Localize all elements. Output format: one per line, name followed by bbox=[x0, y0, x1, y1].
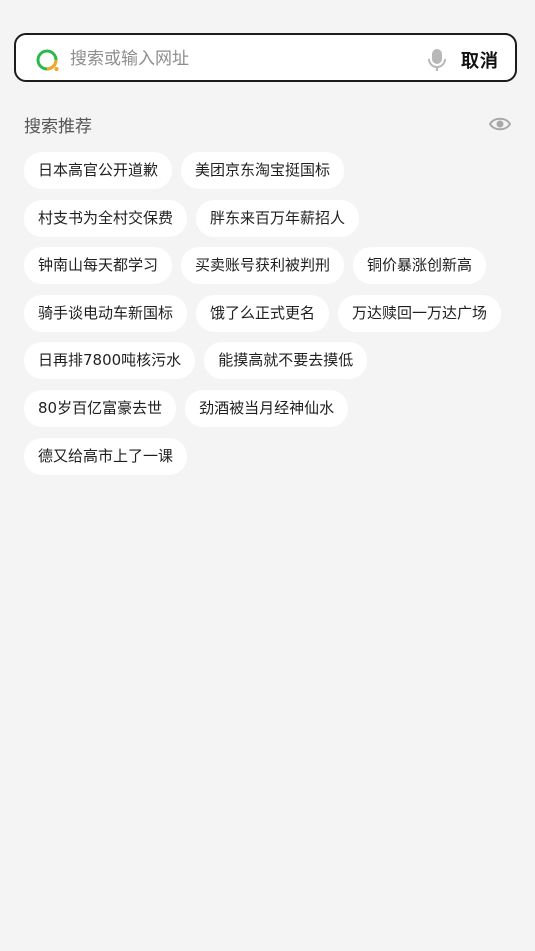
search-suggestion-tag[interactable]: 铜价暴涨创新高 bbox=[353, 247, 487, 285]
tag-row: 骑手谈电动车新国标 饿了么正式更名 万达赎回一万达广场 bbox=[24, 294, 524, 332]
tag-row: 日再排7800吨核污水 能摸高就不要去摸低 bbox=[24, 342, 524, 380]
recommend-tags: 日本高官公开道歉 美团京东淘宝挺国标 村支书为全村交保费 胖东来百万年薪招人 钟… bbox=[24, 152, 524, 485]
search-suggestion-tag[interactable]: 胖东来百万年薪招人 bbox=[196, 199, 360, 237]
search-suggestion-tag[interactable]: 日再排7800吨核污水 bbox=[24, 342, 196, 380]
browser-logo-icon bbox=[36, 49, 59, 71]
recommend-title: 搜索推荐 bbox=[24, 117, 92, 137]
search-suggestion-tag[interactable]: 劲酒被当月经神仙水 bbox=[185, 389, 349, 427]
search-suggestion-tag[interactable]: 买卖账号获利被判刑 bbox=[181, 247, 345, 285]
recommend-header: 搜索推荐 bbox=[24, 112, 511, 137]
search-suggestion-tag[interactable]: 能摸高就不要去摸低 bbox=[204, 342, 368, 380]
search-suggestion-tag[interactable]: 美团京东淘宝挺国标 bbox=[181, 152, 345, 189]
search-suggestion-tag[interactable]: 日本高官公开道歉 bbox=[24, 152, 173, 189]
search-suggestion-tag[interactable]: 德又给高市上了一课 bbox=[24, 437, 188, 475]
search-bar[interactable]: 取消 bbox=[14, 33, 517, 82]
tag-row: 日本高官公开道歉 美团京东淘宝挺国标 bbox=[24, 152, 524, 189]
search-suggestion-tag[interactable]: 饿了么正式更名 bbox=[196, 294, 330, 332]
search-suggestion-tag[interactable]: 骑手谈电动车新国标 bbox=[24, 294, 188, 332]
cancel-button[interactable]: 取消 bbox=[461, 47, 499, 73]
search-suggestion-tag[interactable]: 万达赎回一万达广场 bbox=[338, 294, 502, 332]
tag-row: 钟南山每天都学习 买卖账号获利被判刑 铜价暴涨创新高 bbox=[24, 247, 524, 285]
search-input[interactable] bbox=[70, 45, 410, 73]
search-suggestion-tag[interactable]: 80岁百亿富豪去世 bbox=[24, 389, 177, 427]
search-suggestion-tag[interactable]: 钟南山每天都学习 bbox=[24, 247, 173, 285]
tag-row: 村支书为全村交保费 胖东来百万年薪招人 bbox=[24, 199, 524, 237]
eye-icon[interactable] bbox=[489, 113, 511, 135]
tag-row: 德又给高市上了一课 bbox=[24, 437, 524, 475]
tag-row: 80岁百亿富豪去世 劲酒被当月经神仙水 bbox=[24, 389, 524, 427]
search-suggestion-tag[interactable]: 村支书为全村交保费 bbox=[24, 199, 188, 237]
microphone-icon[interactable] bbox=[426, 48, 448, 72]
